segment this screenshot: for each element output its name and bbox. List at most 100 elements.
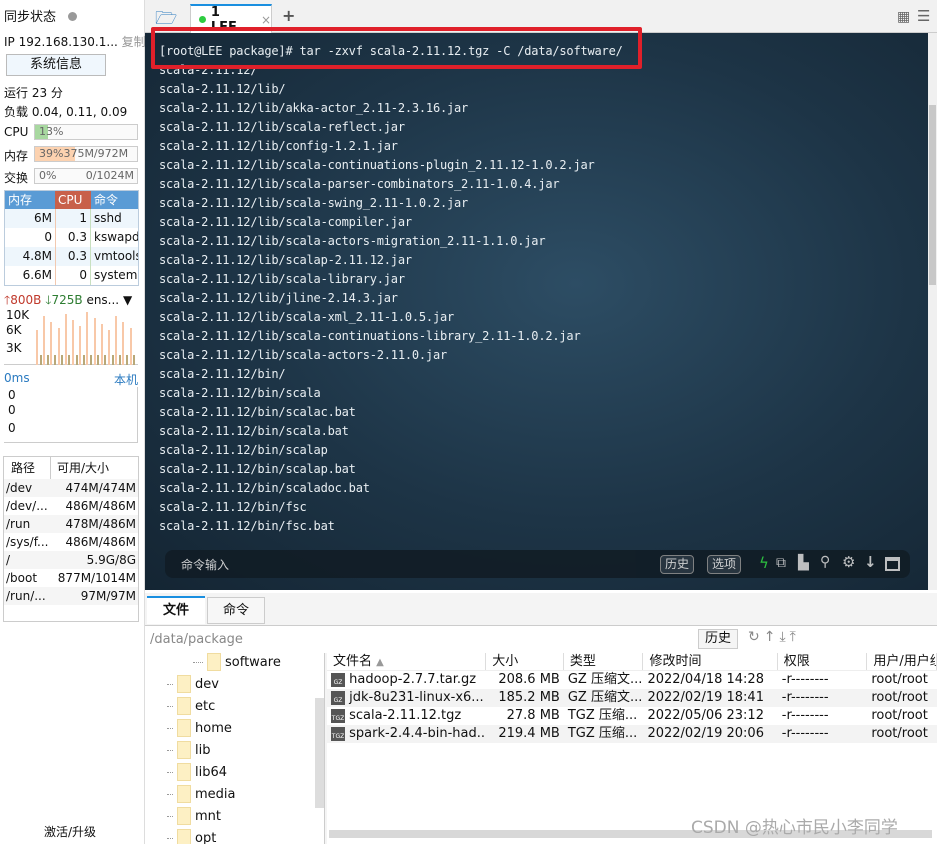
tree-scrollbar[interactable] (315, 698, 324, 808)
terminal-line: scala-2.11.12/lib/scalap-2.11.12.jar (159, 253, 412, 267)
tree-item-lib[interactable]: lib (167, 741, 210, 759)
terminal-line: scala-2.11.12/lib/scala-swing_2.11-1.0.2… (159, 196, 469, 210)
command-input[interactable]: 命令输入 (181, 556, 229, 573)
file-row[interactable]: TGZ spark-2.4.4-bin-had... 219.4 MB TGZ 压缩… (327, 725, 937, 743)
close-icon[interactable]: × (261, 13, 271, 27)
tree-item-etc[interactable]: etc (167, 697, 215, 715)
system-info-button[interactable]: 系统信息 (6, 54, 106, 76)
network-bar (75, 355, 78, 365)
network-bar (100, 324, 103, 365)
grid-view-icon[interactable]: ▦ (897, 9, 910, 25)
file-owner: root/root (871, 672, 928, 687)
refresh-icon[interactable]: ↻ (748, 629, 764, 645)
copy-icon[interactable]: ⧉ (776, 555, 786, 571)
col-header[interactable]: 修改时间 (643, 653, 778, 670)
proc-mem: 0 (44, 230, 52, 244)
proc-command: systemd (94, 268, 138, 282)
col-command[interactable]: 命令 (91, 191, 138, 209)
ping-host[interactable]: 本机 (114, 371, 138, 388)
tree-item-dev[interactable]: dev (167, 675, 219, 693)
disk-row[interactable]: /sys/f... 486M/486M (4, 533, 138, 551)
tree-item-home[interactable]: home (167, 719, 232, 737)
add-tab-icon[interactable]: + (282, 6, 295, 25)
menu-icon[interactable]: ☰ (917, 7, 930, 25)
path-input[interactable]: /data/package (150, 632, 243, 647)
process-table: 内存CPU命令 6M1sshd00.3kswapd04.8M0.3vmtools… (4, 190, 139, 286)
disk-usage: 486M/486M (65, 535, 136, 549)
col-size[interactable]: 可用/大小 (50, 457, 109, 479)
col-mem[interactable]: 内存 (5, 191, 55, 209)
network-bar (93, 318, 96, 365)
history-button[interactable]: 历史 (660, 555, 695, 574)
terminal-line: scala-2.11.12/lib/akka-actor_2.11-2.3.16… (159, 101, 469, 115)
file-perm: -r-------- (781, 690, 829, 705)
gear-icon[interactable]: ⚙ (842, 553, 855, 571)
sync-status: 同步状态 (4, 6, 78, 25)
folder-icon (177, 829, 191, 844)
disk-row[interactable]: / 5.9G/8G (4, 551, 138, 569)
activate-upgrade-link[interactable]: 激活/升级 (44, 823, 96, 840)
process-row[interactable]: 4.8M 0.3 vmtools (5, 247, 138, 266)
proc-mem: 6.6M (22, 268, 52, 282)
maximize-icon[interactable] (885, 557, 900, 571)
col-path[interactable]: 路径 (6, 457, 50, 479)
upload-icon[interactable]: ⤒ (790, 629, 800, 645)
tab-files[interactable]: 文件 (147, 596, 205, 624)
file-row[interactable]: GZ hadoop-2.7.7.tar.gz 208.6 MB GZ 压缩文... 2… (327, 671, 937, 689)
col-cpu[interactable]: CPU (55, 191, 91, 209)
col-header[interactable]: 权限 (778, 653, 868, 670)
terminal-line: scala-2.11.12/lib/scala-library.jar (159, 272, 405, 286)
download-icon[interactable]: ⤓ (779, 629, 789, 645)
disk-row[interactable]: /boot 877M/1014M (4, 569, 138, 587)
network-bar (90, 355, 92, 365)
network-bar (57, 328, 60, 365)
terminal-line: scala-2.11.12/bin/scala.bat (159, 424, 349, 438)
search-icon[interactable]: ⚲ (820, 554, 830, 570)
command-input-bar[interactable]: 命令输入 历史 选项 ϟ ⧉ ▙ ⚲ ⚙ ↓ (165, 550, 910, 578)
tab-commands[interactable]: 命令 (207, 597, 265, 624)
terminal-line: scala-2.11.12/lib/jline-2.14.3.jar (159, 291, 398, 305)
process-row[interactable]: 6.6M0systemd (5, 266, 138, 285)
col-header[interactable]: 类型 (564, 653, 644, 670)
options-button[interactable]: 选项 (707, 555, 742, 574)
proc-cpu: 0.3 (55, 247, 91, 266)
sort-asc-icon: ▲ (376, 657, 384, 668)
network-bar (97, 355, 100, 365)
tree-item-software[interactable]: software (193, 653, 281, 671)
paste-icon[interactable]: ▙ (798, 555, 809, 571)
lightning-icon[interactable]: ϟ (759, 554, 769, 572)
network-bar (122, 322, 125, 365)
network-bar (108, 330, 110, 365)
disk-row[interactable]: /dev/... 486M/486M (4, 497, 138, 515)
disk-usage: 478M/486M (65, 517, 136, 531)
sidebar: 同步状态 IP 192.168.130.1... 复制 系统信息 运行 23 分… (0, 0, 146, 844)
network-bar (36, 330, 38, 365)
copy-ip-link[interactable]: 复制 (122, 35, 146, 49)
tree-item-media[interactable]: media (167, 785, 236, 803)
file-perm: -r-------- (781, 708, 829, 723)
terminal[interactable]: [root@LEE package]# tar -zxvf scala-2.11… (145, 27, 928, 590)
tree-item-mnt[interactable]: mnt (167, 807, 221, 825)
process-row[interactable]: 00.3kswapd0 (5, 228, 138, 247)
process-row[interactable]: 6M 1 sshd (5, 209, 138, 228)
interface-select[interactable]: ens... (86, 293, 119, 307)
network-bar (129, 328, 132, 365)
arrow-down-icon[interactable]: ↓ (864, 553, 877, 571)
disk-row[interactable]: /run/... 97M/97M (4, 587, 138, 605)
proc-cpu: 0 (55, 266, 91, 285)
path-history-button[interactable]: 历史 (698, 629, 738, 649)
archive-icon: TGZ (331, 726, 345, 741)
terminal-scrollbar[interactable] (928, 33, 937, 590)
disk-row[interactable]: /dev 474M/474M (4, 479, 138, 497)
tree-item-opt[interactable]: opt (167, 829, 216, 844)
chevron-down-icon[interactable]: ▼ (123, 293, 132, 307)
disk-row[interactable]: /run 478M/486M (4, 515, 138, 533)
col-header[interactable]: 文件名 ▲ (327, 653, 487, 670)
tree-item-lib64[interactable]: lib64 (167, 763, 227, 781)
network-bar (86, 312, 89, 365)
file-row[interactable]: GZ jdk-8u231-linux-x6... 185.2 MB GZ 压缩文..… (327, 689, 937, 707)
file-row[interactable]: TGZ scala-2.11.12.tgz 27.8 MB TGZ 压缩... 202… (327, 707, 937, 725)
col-header[interactable]: 用户/用户组 (867, 653, 937, 670)
col-header[interactable]: 大小 (486, 653, 564, 670)
up-dir-icon[interactable]: ↑ (764, 629, 780, 645)
